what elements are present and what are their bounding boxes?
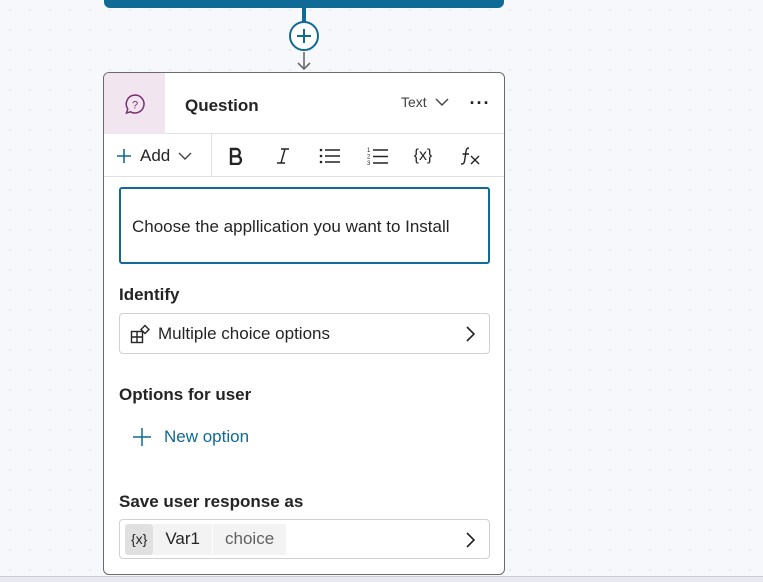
variable-name: Var1 <box>153 523 213 555</box>
previous-node[interactable] <box>104 0 504 8</box>
chevron-down-icon <box>178 152 192 160</box>
plus-icon <box>133 428 151 446</box>
add-button[interactable]: Add <box>116 143 192 169</box>
svg-text:1: 1 <box>367 148 371 154</box>
connector-line <box>302 8 306 22</box>
chevron-right-icon <box>466 532 475 548</box>
formula-button[interactable] <box>457 143 485 169</box>
chevron-down-icon <box>435 98 449 106</box>
question-chat-icon: ? <box>124 93 145 114</box>
more-icon: ··· <box>469 92 491 113</box>
save-response-picker[interactable]: {x} Var1 choice <box>119 519 490 559</box>
shapes-icon <box>130 324 150 343</box>
options-for-user-label: Options for user <box>119 385 252 404</box>
numbered-list-button[interactable]: 1 2 3 <box>364 143 392 169</box>
identify-label: Identify <box>119 285 180 304</box>
add-node-button[interactable] <box>289 21 319 51</box>
svg-text:2: 2 <box>367 155 371 161</box>
new-option-label: New option <box>164 427 250 446</box>
new-option-button[interactable]: New option <box>132 427 249 447</box>
svg-text:3: 3 <box>367 161 371 166</box>
response-type-select[interactable]: Text <box>401 94 449 110</box>
numbered-list-icon: 1 2 3 <box>367 148 388 166</box>
variable-icon: {x} <box>125 523 154 555</box>
bold-icon <box>229 147 243 165</box>
more-options-button[interactable]: ··· <box>468 91 492 115</box>
card-header: ? Question Text ··· <box>104 73 504 134</box>
italic-icon <box>277 148 289 164</box>
formatting-toolbar: Add 1 2 3 {x} <box>104 134 504 177</box>
bold-button[interactable] <box>222 143 250 169</box>
italic-button[interactable] <box>269 143 297 169</box>
node-title: Question <box>185 96 259 115</box>
formula-icon <box>460 147 480 165</box>
variable-type: choice <box>212 523 287 555</box>
svg-text:?: ? <box>131 99 137 111</box>
bottom-scrollbar[interactable] <box>0 576 763 582</box>
arrow-down-icon <box>297 52 311 71</box>
insert-variable-button[interactable]: {x} <box>409 143 437 169</box>
toolbar-divider <box>211 134 212 176</box>
identify-value: Multiple choice options <box>158 323 330 343</box>
plus-icon <box>117 149 131 163</box>
save-response-label: Save user response as <box>119 492 304 511</box>
variable-icon: {x} <box>413 147 433 164</box>
plus-icon <box>297 29 311 43</box>
identify-picker[interactable]: Multiple choice options <box>119 313 490 354</box>
response-type-label: Text <box>401 94 427 110</box>
node-icon-container: ? <box>104 73 165 134</box>
question-node-card[interactable]: ? Question Text ··· Add 1 2 3 {x} Choose… <box>103 72 505 575</box>
message-text: Choose the appllication you want to Inst… <box>132 217 450 236</box>
bullet-list-button[interactable] <box>316 143 344 169</box>
add-label: Add <box>140 146 171 165</box>
chevron-right-icon <box>466 326 475 342</box>
message-input[interactable]: Choose the appllication you want to Inst… <box>119 187 490 264</box>
bullet-list-icon <box>319 148 340 164</box>
